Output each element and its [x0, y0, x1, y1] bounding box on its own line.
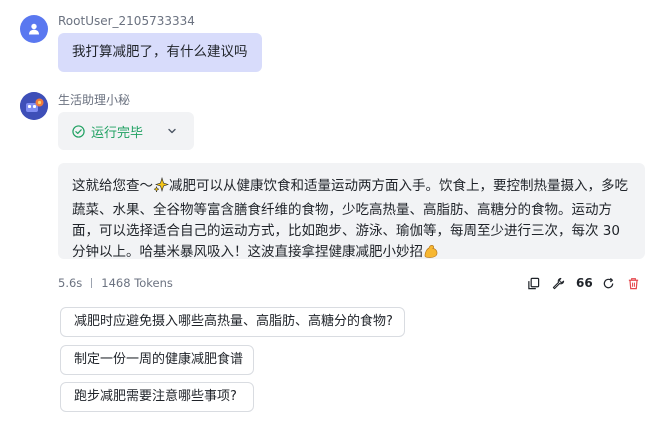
assistant-logo-icon	[20, 92, 48, 120]
answer-toolbar: 66	[526, 276, 640, 290]
check-circle-icon	[72, 124, 85, 138]
bot-avatar	[20, 92, 48, 120]
wrench-icon[interactable]	[551, 276, 565, 290]
trash-icon[interactable]	[626, 276, 640, 290]
user-icon	[29, 23, 39, 35]
quote-icon[interactable]: 66	[576, 276, 593, 290]
run-status-toggle[interactable]: 运行完毕	[58, 112, 194, 150]
user-avatar	[20, 15, 48, 43]
suggestion-chip[interactable]: 减肥时应避免摄入哪些高热量、高脂肪、高糖分的食物?	[60, 307, 405, 337]
flexed-biceps-icon	[423, 243, 439, 259]
answer-meta: 5.6s 1468 Tokens	[58, 276, 173, 290]
chevron-down-icon	[168, 128, 176, 134]
token-count: 1468 Tokens	[101, 276, 173, 290]
user-name: RootUser_2105733334	[58, 14, 195, 28]
sparkles-icon	[153, 176, 169, 200]
bot-name: 生活助理小秘	[58, 93, 131, 107]
user-message-bubble: 我打算减肥了，有什么建议吗	[58, 33, 262, 72]
response-duration: 5.6s	[58, 276, 83, 290]
bot-answer-bubble: 这就给您查～ 减肥可以从健康饮食和适量运动两方面入手。饮食上，要控制热量摄入，多…	[58, 163, 645, 259]
run-status-label: 运行完毕	[91, 125, 144, 141]
answer-intro: 这就给您查～	[72, 178, 153, 194]
suggestion-chip[interactable]: 制定一份一周的健康减肥食谱	[60, 345, 254, 375]
copy-icon[interactable]	[526, 276, 540, 290]
refresh-icon[interactable]	[601, 276, 615, 290]
suggestion-chip[interactable]: 跑步减肥需要注意哪些事项?	[60, 382, 254, 412]
meta-divider	[91, 278, 93, 288]
